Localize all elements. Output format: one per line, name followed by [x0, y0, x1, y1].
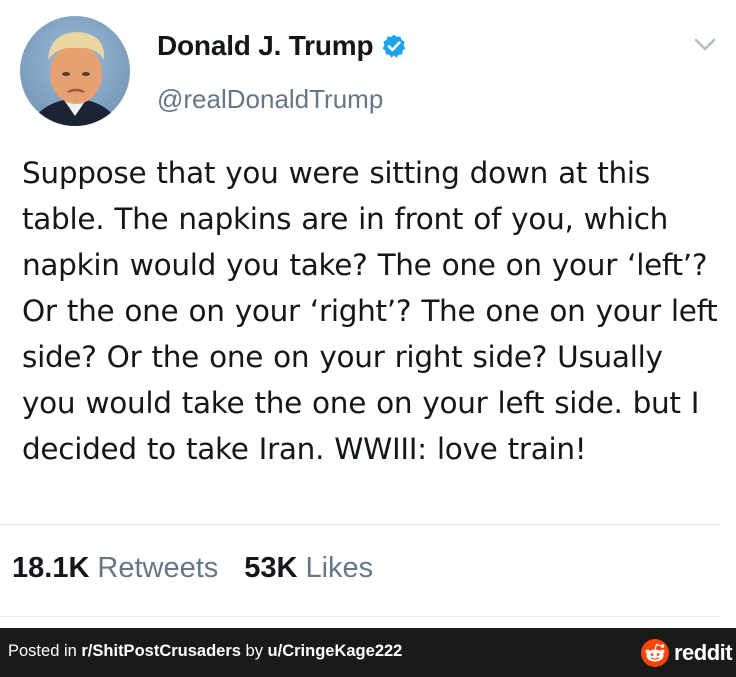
display-name[interactable]: Donald J. Trump	[157, 30, 374, 62]
likes-label: Likes	[305, 552, 374, 584]
chevron-down-icon[interactable]	[693, 36, 717, 54]
subreddit-link[interactable]: r/ShitPostCrusaders	[81, 642, 241, 660]
by-text: by	[240, 642, 268, 660]
reddit-snoo-icon	[641, 639, 669, 667]
likes-count: 53K	[244, 552, 298, 584]
post-attribution: Posted in r/ShitPostCrusaders by u/Cring…	[8, 642, 402, 661]
reddit-footer: Posted in r/ShitPostCrusaders by u/Cring…	[0, 628, 736, 677]
reddit-wordmark: reddit	[674, 640, 733, 665]
retweets-count: 18.1K	[12, 552, 90, 584]
verified-badge-icon	[382, 34, 406, 58]
likes-stat[interactable]: 53K Likes	[244, 552, 373, 585]
name-row: Donald J. Trump	[157, 30, 407, 62]
avatar-photo-icon	[20, 16, 130, 126]
avatar[interactable]	[20, 16, 130, 126]
tweet-text: Suppose that you were sitting down at th…	[22, 156, 718, 466]
reddit-logo[interactable]: reddit	[640, 638, 733, 668]
user-link[interactable]: u/CringeKage222	[268, 642, 403, 660]
posted-prefix: Posted in	[8, 642, 82, 660]
tweet-stats: 18.1K Retweets 53K Likes	[12, 552, 373, 585]
user-handle[interactable]: @realDonaldTrump	[157, 84, 383, 115]
retweets-stat[interactable]: 18.1K Retweets	[12, 552, 218, 585]
divider	[0, 616, 720, 617]
divider	[0, 524, 720, 525]
tweet-card: Donald J. Trump @realDonaldTrump Suppose…	[0, 0, 736, 628]
retweets-label: Retweets	[97, 552, 219, 584]
